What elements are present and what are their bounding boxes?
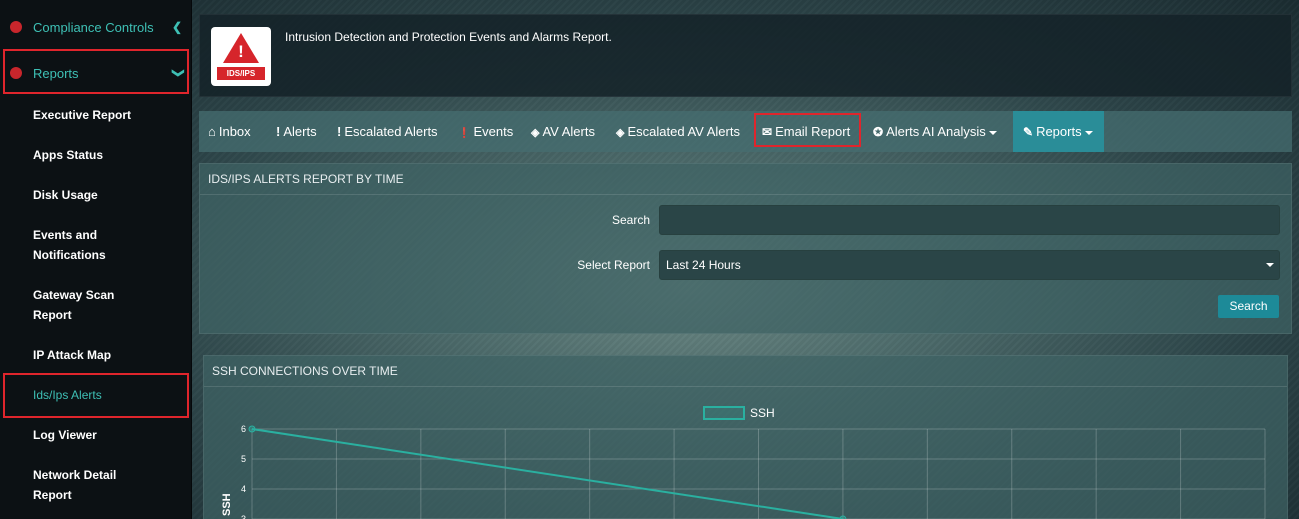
tab-label: Inbox bbox=[218, 124, 251, 139]
tab-escalated-av-alerts[interactable]: ◈ Escalated AV Alerts bbox=[616, 111, 740, 152]
pencil-icon: ✎ bbox=[1023, 125, 1034, 139]
tab-escalated-alerts[interactable]: ! Escalated Alerts bbox=[337, 111, 438, 152]
ids-ips-app-icon: ! IDS/IPS bbox=[211, 27, 271, 86]
sidebar: Compliance Controls ❮ Reports ❮ Executiv… bbox=[0, 0, 192, 519]
selected-value: Last 24 Hours bbox=[666, 258, 741, 272]
ssh-line-chart: 6 5 4 3 SSH SSH bbox=[221, 406, 1266, 519]
y-tick-label: 3 bbox=[241, 514, 246, 519]
filter-panel: IDS/IPS ALERTS REPORT BY TIME Search Sel… bbox=[199, 163, 1292, 334]
tab-label: Escalated Alerts bbox=[344, 124, 438, 139]
sidebar-item-label: Report bbox=[33, 308, 72, 322]
sidebar-item-gateway-scan-report[interactable]: Gateway Scan Report bbox=[33, 285, 183, 325]
sidebar-item-network-detail-report[interactable]: Network Detail Report bbox=[33, 465, 183, 505]
tab-label: Escalated AV Alerts bbox=[627, 124, 740, 139]
y-tick-label: 6 bbox=[241, 424, 246, 434]
tab-label: Reports bbox=[1036, 124, 1082, 139]
sidebar-item-reports[interactable]: Reports ❮ bbox=[0, 51, 192, 95]
sidebar-item-compliance-controls[interactable]: Compliance Controls ❮ bbox=[0, 5, 192, 49]
y-tick-label: 4 bbox=[241, 484, 246, 494]
ai-icon: ✪ bbox=[873, 125, 884, 139]
panel-title: IDS/IPS ALERTS REPORT BY TIME bbox=[200, 164, 1291, 195]
tab-label: Email Report bbox=[775, 124, 851, 139]
tab-bar: ⌂ Inbox ! Alerts ! Escalated Alerts ❗ Events… bbox=[199, 111, 1292, 152]
sidebar-item-label: Events and bbox=[33, 228, 98, 242]
sidebar-item-label: Reports bbox=[33, 65, 79, 81]
legend-swatch bbox=[703, 406, 745, 420]
exclamation-icon: ! bbox=[337, 124, 342, 139]
tab-alerts[interactable]: ! Alerts bbox=[276, 111, 317, 152]
sidebar-item-ids-ips-alerts[interactable]: Ids/Ips Alerts bbox=[33, 385, 183, 405]
chart-panel: SSH CONNECTIONS OVER TIME 6 5 4 3 SSH SSH bbox=[203, 355, 1288, 519]
chevron-left-icon: ❮ bbox=[171, 20, 182, 34]
tab-email-report[interactable]: ✉ Email Report bbox=[762, 111, 850, 152]
series-line-ssh bbox=[251, 428, 844, 519]
tab-label: Events bbox=[473, 124, 514, 139]
sidebar-item-executive-report[interactable]: Executive Report bbox=[33, 105, 183, 125]
tab-alerts-ai-analysis[interactable]: ✪ Alerts AI Analysis bbox=[873, 111, 997, 152]
tab-label: Alerts AI Analysis bbox=[886, 124, 986, 139]
page-header: ! IDS/IPS Intrusion Detection and Protec… bbox=[199, 14, 1292, 97]
sidebar-item-label: Report bbox=[33, 488, 72, 502]
sidebar-item-label: Compliance Controls bbox=[33, 19, 154, 35]
shield-icon: ◈ bbox=[616, 127, 625, 139]
page-title: Intrusion Detection and Protection Event… bbox=[285, 30, 612, 44]
exclamation-circle-icon: ❗ bbox=[458, 128, 471, 139]
data-point bbox=[248, 425, 256, 433]
sidebar-item-label: Gateway Scan bbox=[33, 288, 115, 302]
y-tick-label: 5 bbox=[241, 454, 246, 464]
tab-label: AV Alerts bbox=[542, 124, 595, 139]
sidebar-item-label: Network Detail bbox=[33, 468, 117, 482]
tab-av-alerts[interactable]: ◈ AV Alerts bbox=[531, 111, 595, 152]
main-content: ! IDS/IPS Intrusion Detection and Protec… bbox=[192, 0, 1299, 519]
icon-caption: IDS/IPS bbox=[217, 67, 265, 80]
search-button[interactable]: Search bbox=[1218, 295, 1279, 318]
compliance-icon bbox=[10, 21, 22, 33]
tab-inbox[interactable]: ⌂ Inbox bbox=[208, 111, 251, 152]
sidebar-item-apps-status[interactable]: Apps Status bbox=[33, 145, 183, 165]
tab-label: Alerts bbox=[283, 124, 317, 139]
search-input[interactable] bbox=[659, 205, 1280, 235]
exclamation-icon: ! bbox=[276, 124, 281, 139]
sidebar-item-ip-attack-map[interactable]: IP Attack Map bbox=[33, 345, 183, 365]
search-label: Search bbox=[611, 213, 650, 227]
chevron-down-icon: ❮ bbox=[169, 67, 184, 79]
caret-down-icon bbox=[1266, 263, 1274, 267]
caret-down-icon bbox=[988, 130, 997, 135]
reports-icon bbox=[10, 67, 22, 79]
tab-reports[interactable]: ✎ Reports bbox=[1013, 111, 1104, 152]
sidebar-item-label: Notifications bbox=[33, 248, 106, 262]
legend-label: SSH bbox=[750, 406, 775, 420]
sidebar-item-disk-usage[interactable]: Disk Usage bbox=[33, 185, 183, 205]
inbox-icon: ⌂ bbox=[208, 124, 216, 139]
caret-down-icon bbox=[1084, 130, 1093, 135]
envelope-icon: ✉ bbox=[762, 125, 773, 139]
select-report-label: Select Report bbox=[577, 258, 650, 272]
tab-events[interactable]: ❗ Events bbox=[458, 111, 513, 152]
sidebar-item-events-notifications[interactable]: Events and Notifications bbox=[33, 225, 183, 265]
shield-icon: ◈ bbox=[531, 127, 540, 139]
y-axis-label: SSH bbox=[221, 493, 233, 516]
select-report-dropdown[interactable]: Last 24 Hours bbox=[659, 250, 1280, 280]
sidebar-item-log-viewer[interactable]: Log Viewer bbox=[33, 425, 183, 445]
